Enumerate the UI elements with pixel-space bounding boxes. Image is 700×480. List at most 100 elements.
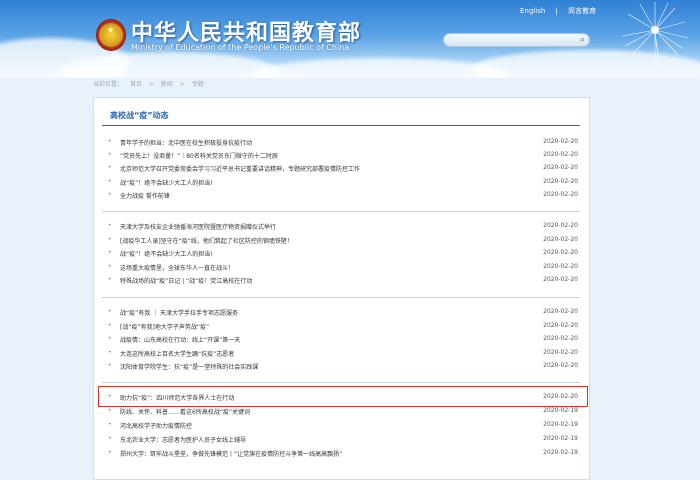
news-item[interactable]: • 郑州大学：筑牢战斗堡垒，争做先锋模范丨“让党旗在疫情防控斗争第一线高高飘扬” 2… <box>108 449 578 461</box>
breadcrumb: 当前位置： 首页 > 新闻 > 专题 <box>93 79 209 88</box>
bullet-icon: • <box>108 263 112 270</box>
news-title[interactable]: 青年学子的担当：北中医在校生积极投身抗疫行动 <box>120 138 252 147</box>
news-date: 2020-02-20 <box>543 349 578 356</box>
bullet-icon: • <box>108 421 112 428</box>
news-title[interactable]: 大连这所高校上百名大学生踊“抗疫”志愿者 <box>120 349 234 358</box>
news-item[interactable]: • 这场重大疫情里，全球东华人一直在战斗！ 2020-02-20 <box>108 263 578 275</box>
site-subtitle: Ministry of Education of the People's Re… <box>131 43 350 52</box>
news-title[interactable]: [战“疫”有我]地大学子声势战“疫” <box>120 322 209 331</box>
news-date: 2020-02-19 <box>543 421 578 428</box>
news-date: 2020-02-19 <box>543 407 578 414</box>
breadcrumb-home[interactable]: 首页 <box>130 81 142 88</box>
news-item[interactable]: • 天津大学及校友企业驰援海河医院暨医疗物资捐赠仪式举行 2020-02-20 <box>108 222 578 234</box>
news-date: 2020-02-19 <box>543 449 578 456</box>
news-title[interactable]: 特殊战场的战“疫”日记 | “战”疫！党江高校在行动 <box>120 276 252 285</box>
news-date: 2020-02-20 <box>543 164 578 171</box>
news-title[interactable]: 东北农业大学：志愿者为医护人员子女线上辅导 <box>120 435 246 444</box>
bullet-icon: • <box>108 407 112 414</box>
news-item[interactable]: • 特殊战场的战“疫”日记 | “战”疫！党江高校在行动 2020-02-20 <box>108 276 578 288</box>
news-title[interactable]: 沈阳体育学院学生：抗“疫”是一堂特殊的社会实践课 <box>120 362 258 371</box>
bullet-icon: • <box>108 138 112 145</box>
news-item[interactable]: • 防线、关怀、科普……看这6所高校战“疫”关键词 2020-02-19 <box>108 407 578 419</box>
news-item[interactable]: • 大连这所高校上百名大学生踊“抗疫”志愿者 2020-02-20 <box>108 349 578 361</box>
news-title[interactable]: 战疫情：山东高校在行动：线上“开课”第一天 <box>120 335 240 344</box>
news-date: 2020-02-20 <box>543 393 578 400</box>
news-date: 2020-02-20 <box>543 178 578 185</box>
news-item[interactable]: • 青年学子的担当：北中医在校生积极投身抗疫行动 2020-02-20 <box>108 138 578 150</box>
section-title: 高校战“疫”动态 <box>110 111 169 120</box>
group-divider <box>102 297 580 298</box>
search-icon[interactable]: ⌕ <box>580 35 585 45</box>
news-title[interactable]: 这场重大疫情里，全球东华人一直在战斗！ <box>120 263 234 272</box>
news-item[interactable]: • 战“疫”！绝不会缺少大工人的担当! 2020-02-20 <box>108 178 578 190</box>
breadcrumb-separator: > <box>179 81 185 88</box>
news-item[interactable]: • 北京师范大学召开党委常委会学习习近平总书记重要讲话精神，专题研究部署疫情防控工… <box>108 164 578 176</box>
top-links: English | 简言教育 <box>520 6 604 16</box>
language-link[interactable]: 简言教育 <box>568 7 596 15</box>
news-date: 2020-02-20 <box>543 362 578 369</box>
news-title[interactable]: 北京师范大学召开党委常委会学习习近平总书记重要讲话精神，专题研究部署疫情防控工作 <box>120 164 360 173</box>
dandelion-decoration <box>621 2 689 78</box>
news-date: 2020-02-20 <box>543 322 578 329</box>
news-item[interactable]: • 战“疫”有我 ｜ 天津大学手拉手专项志愿服务 2020-02-20 <box>108 308 578 320</box>
news-panel: 高校战“疫”动态 • 青年学子的担当：北中医在校生积极投身抗疫行动 2020-02-… <box>93 97 590 480</box>
bullet-icon: • <box>108 191 112 198</box>
news-title[interactable]: 助力抗“疫”：四川师范大学各界人士在行动 <box>120 393 234 402</box>
bullet-icon: • <box>108 151 112 158</box>
bullet-icon: • <box>108 322 112 329</box>
news-date: 2020-02-20 <box>543 191 578 198</box>
news-item[interactable]: • [战疫华工人录]坚守在“疫”线，他们筑起了社区防控的钢墙铁壁！ 2020-02-… <box>108 236 578 248</box>
news-title[interactable]: [战疫华工人录]坚守在“疫”线，他们筑起了社区防控的钢墙铁壁！ <box>120 236 293 245</box>
news-date: 2020-02-20 <box>543 335 578 342</box>
breadcrumb-topic[interactable]: 专题 <box>192 81 204 88</box>
breadcrumb-label: 当前位置： <box>93 81 124 88</box>
search-input[interactable]: ⌕ <box>443 33 590 47</box>
bullet-icon: • <box>108 335 112 342</box>
bullet-icon: • <box>108 222 112 229</box>
bullet-icon: • <box>108 449 112 456</box>
link-separator: | <box>555 7 558 15</box>
news-title[interactable]: 全力战疫 誓作前锋 <box>120 191 170 200</box>
news-item[interactable]: • 沈阳体育学院学生：抗“疫”是一堂特殊的社会实践课 2020-02-20 <box>108 362 578 374</box>
breadcrumb-separator: > <box>148 81 154 88</box>
bullet-icon: • <box>108 308 112 315</box>
english-link[interactable]: English <box>520 7 545 15</box>
bullet-icon: • <box>108 249 112 256</box>
news-item[interactable]: • [战“疫”有我]地大学子声势战“疫” 2020-02-20 <box>108 322 578 334</box>
breadcrumb-news[interactable]: 新闻 <box>161 81 173 88</box>
news-date: 2020-02-20 <box>543 138 578 145</box>
news-date: 2020-02-20 <box>543 222 578 229</box>
news-title[interactable]: 战“疫”有我 ｜ 天津大学手拉手专项志愿服务 <box>120 308 238 317</box>
bullet-icon: • <box>108 178 112 185</box>
news-date: 2020-02-20 <box>543 308 578 315</box>
bullet-icon: • <box>108 435 112 442</box>
national-emblem-icon[interactable]: ★ <box>96 19 126 51</box>
bullet-icon: • <box>108 393 112 400</box>
bullet-icon: • <box>108 236 112 243</box>
group-divider <box>102 382 580 383</box>
news-title[interactable]: 防线、关怀、科普……看这6所高校战“疫”关键词 <box>120 407 250 416</box>
news-item[interactable]: • 战疫情：山东高校在行动：线上“开课”第一天 2020-02-20 <box>108 335 578 347</box>
news-item[interactable]: • 助力抗“疫”：四川师范大学各界人士在行动 2020-02-20 <box>108 393 578 405</box>
news-item[interactable]: • 全力战疫 誓作前锋 2020-02-20 <box>108 191 578 203</box>
news-date: 2020-02-20 <box>543 151 578 158</box>
news-item[interactable]: • 东北农业大学：志愿者为医护人员子女线上辅导 2020-02-19 <box>108 435 578 447</box>
group-divider <box>102 211 580 212</box>
bullet-icon: • <box>108 349 112 356</box>
news-title[interactable]: 战“疫”！绝不会缺少大工人的担当! <box>120 249 213 258</box>
news-title[interactable]: 河北高校学子助力疫情防控 <box>120 421 192 430</box>
news-date: 2020-02-20 <box>543 249 578 256</box>
news-date: 2020-02-20 <box>543 263 578 270</box>
news-title[interactable]: 天津大学及校友企业驰援海河医院暨医疗物资捐赠仪式举行 <box>120 222 276 231</box>
news-title[interactable]: 战“疫”！绝不会缺少大工人的担当! <box>120 178 213 187</box>
bullet-icon: • <box>108 164 112 171</box>
news-item[interactable]: • 河北高校学子助力疫情防控 2020-02-19 <box>108 421 578 433</box>
news-title[interactable]: “党员先上！没商量！”｜80名科关党员东门微守的十二时辰 <box>120 151 278 160</box>
bullet-icon: • <box>108 362 112 369</box>
news-item[interactable]: • “党员先上！没商量！”｜80名科关党员东门微守的十二时辰 2020-02-20 <box>108 151 578 163</box>
news-date: 2020-02-20 <box>543 276 578 283</box>
news-title[interactable]: 郑州大学：筑牢战斗堡垒，争做先锋模范丨“让党旗在疫情防控斗争第一线高高飘扬” <box>120 449 342 458</box>
news-date: 2020-02-19 <box>543 435 578 442</box>
news-item[interactable]: • 战“疫”！绝不会缺少大工人的担当! 2020-02-20 <box>108 249 578 261</box>
news-date: 2020-02-20 <box>543 236 578 243</box>
